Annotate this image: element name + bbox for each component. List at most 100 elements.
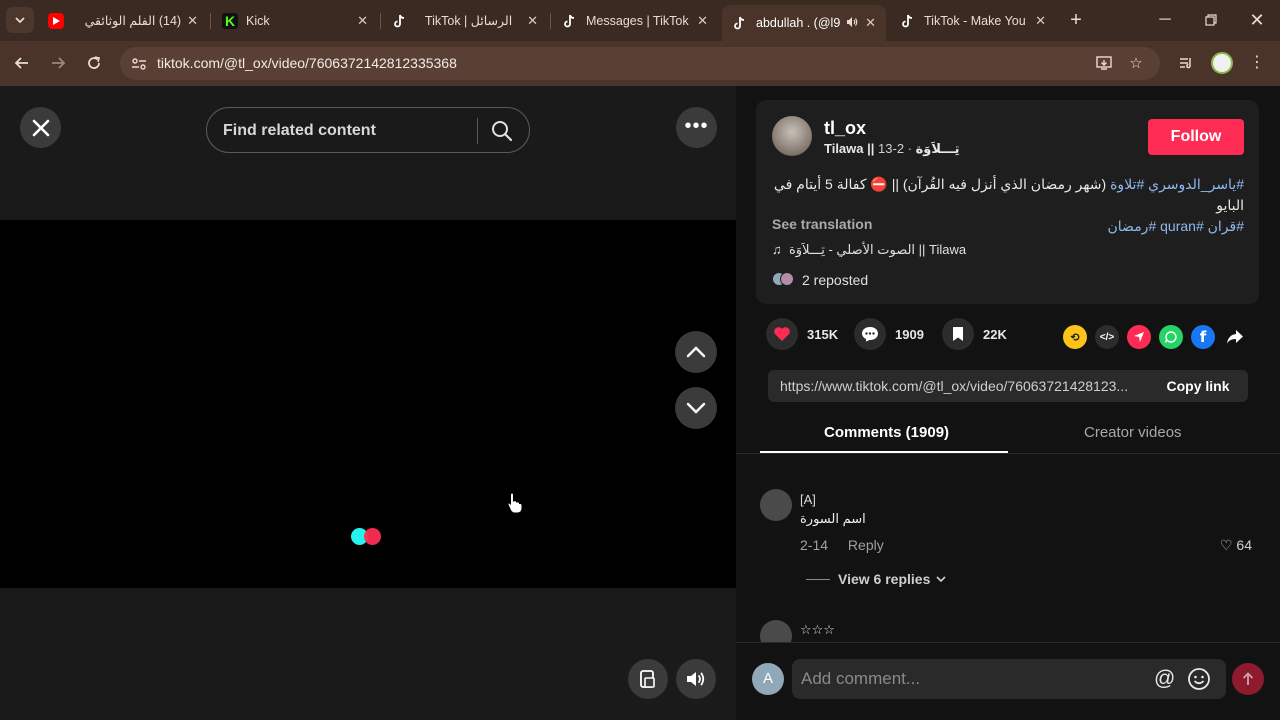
tab-tiktok-messages[interactable]: Messages | TikTok ✕ bbox=[552, 5, 718, 36]
youtube-icon bbox=[48, 12, 64, 29]
heart-icon[interactable] bbox=[766, 318, 798, 350]
chevron-down-icon bbox=[15, 17, 25, 24]
profile-avatar[interactable] bbox=[1211, 52, 1233, 74]
restore-button[interactable] bbox=[1188, 8, 1234, 34]
current-user-avatar[interactable]: A bbox=[752, 663, 784, 695]
view-replies-button[interactable]: View 6 replies bbox=[806, 571, 946, 587]
tab-kick[interactable]: K Kick ✕ bbox=[212, 5, 378, 36]
music-link[interactable]: ♫ الصوت الأصلي - تِـــلاَوَة || Tilawa bbox=[772, 242, 966, 258]
share-arrow-icon[interactable] bbox=[1223, 325, 1247, 349]
send-to-friends-icon[interactable] bbox=[1127, 325, 1151, 349]
browser-menu-icon[interactable]: ⋮ bbox=[1244, 50, 1270, 76]
next-video-button[interactable] bbox=[675, 387, 717, 429]
minimize-button[interactable]: ─ bbox=[1142, 8, 1188, 34]
tab-tiktok-make-your-day[interactable]: TikTok - Make You ✕ bbox=[890, 5, 1056, 36]
video-frame[interactable] bbox=[0, 220, 736, 588]
hashtag-link[interactable]: #ياسر_الدوسري bbox=[1148, 176, 1244, 192]
tab-active-abdullah[interactable]: abdullah . (@l9 ✕ bbox=[722, 5, 886, 41]
site-info-icon[interactable] bbox=[130, 55, 148, 73]
mouse-cursor-icon bbox=[507, 492, 523, 519]
comment-item: [A] اسم السورة 2-14 Reply ♡ 64 View 6 re… bbox=[760, 489, 1260, 599]
close-tab-icon[interactable]: ✕ bbox=[865, 15, 876, 31]
repost-info[interactable]: 2 reposted bbox=[772, 272, 868, 288]
previous-video-button[interactable] bbox=[675, 331, 717, 373]
embed-code-icon[interactable]: </> bbox=[1095, 325, 1119, 349]
commenter-name[interactable]: [A] bbox=[800, 492, 816, 507]
reload-button[interactable] bbox=[81, 50, 107, 76]
close-video-button[interactable] bbox=[20, 107, 61, 148]
close-tab-icon[interactable]: ✕ bbox=[1035, 13, 1046, 29]
chevron-down-icon bbox=[686, 402, 706, 414]
comment-like-count: 64 bbox=[1236, 537, 1252, 553]
more-options-button[interactable]: ••• bbox=[676, 107, 717, 148]
heart-outline-icon[interactable]: ♡ bbox=[1220, 537, 1233, 553]
close-tab-icon[interactable]: ✕ bbox=[187, 13, 198, 29]
music-note-icon: ♫ bbox=[772, 242, 782, 257]
video-link-text[interactable]: https://www.tiktok.com/@tl_ox/video/7606… bbox=[780, 378, 1145, 394]
commenter-name[interactable]: ☆☆☆ bbox=[800, 622, 835, 638]
hashtag-link[interactable]: #quran bbox=[1160, 218, 1204, 234]
creator-username[interactable]: tl_ox bbox=[824, 118, 866, 139]
comment-item: ☆☆☆ bbox=[760, 620, 1260, 642]
close-icon bbox=[32, 119, 49, 136]
close-tab-icon[interactable]: ✕ bbox=[357, 13, 368, 29]
loader-dot-red bbox=[364, 528, 381, 545]
comment-meta: 2-14 Reply bbox=[800, 537, 884, 553]
copy-link-button[interactable]: Copy link bbox=[1148, 370, 1248, 402]
reply-button[interactable]: Reply bbox=[848, 537, 884, 553]
mention-icon[interactable]: @ bbox=[1154, 667, 1175, 691]
loading-indicator bbox=[351, 528, 383, 546]
close-tab-icon[interactable]: ✕ bbox=[697, 13, 708, 29]
emoji-icon[interactable] bbox=[1187, 667, 1211, 691]
close-tab-icon[interactable]: ✕ bbox=[527, 13, 538, 29]
volume-button[interactable] bbox=[676, 659, 716, 699]
speaker-icon[interactable] bbox=[845, 15, 859, 32]
tiktok-icon bbox=[392, 13, 408, 29]
comment-count: 1909 bbox=[895, 326, 924, 342]
volume-icon bbox=[687, 672, 705, 686]
follow-button[interactable]: Follow bbox=[1148, 119, 1244, 155]
see-translation-link[interactable]: See translation bbox=[772, 216, 872, 232]
bookmark-star-icon[interactable]: ☆ bbox=[1126, 54, 1146, 74]
tab-tiktok-messages-ar[interactable]: TikTok | الرسائل ✕ bbox=[382, 5, 548, 36]
search-icon[interactable] bbox=[490, 119, 514, 143]
hashtag-link[interactable]: #تلاوة bbox=[1110, 176, 1144, 192]
hashtag-link[interactable]: #رمضان bbox=[1108, 218, 1157, 234]
like-action[interactable]: 315K bbox=[766, 318, 838, 350]
post-date: 2-13 bbox=[878, 141, 905, 156]
comment-icon[interactable] bbox=[854, 318, 886, 350]
forward-button[interactable] bbox=[45, 50, 71, 76]
install-app-icon[interactable] bbox=[1094, 54, 1114, 74]
media-controls-icon[interactable] bbox=[1173, 50, 1199, 76]
browser-toolbar: tiktok.com/@tl_ox/video/7606372142812335… bbox=[0, 41, 1280, 86]
repost-count: 2 reposted bbox=[802, 272, 869, 288]
send-comment-button[interactable] bbox=[1232, 663, 1264, 695]
chevron-up-icon bbox=[686, 346, 706, 358]
tab-search-button[interactable] bbox=[6, 7, 34, 33]
commenter-avatar[interactable] bbox=[760, 489, 792, 521]
commenter-avatar[interactable] bbox=[760, 620, 792, 642]
back-button[interactable] bbox=[9, 50, 35, 76]
hashtag-link[interactable]: #قران bbox=[1208, 218, 1244, 234]
new-tab-button[interactable]: + bbox=[1064, 9, 1088, 33]
facebook-icon[interactable]: f bbox=[1191, 325, 1215, 349]
tab-youtube[interactable]: (14) الفلم الوثائقي ✕ bbox=[38, 5, 208, 36]
save-action[interactable]: 22K bbox=[942, 318, 1007, 350]
tab-comments[interactable]: Comments (1909) bbox=[824, 424, 949, 441]
replies-line bbox=[806, 578, 830, 580]
whatsapp-icon[interactable] bbox=[1159, 325, 1183, 349]
comment-action[interactable]: 1909 bbox=[854, 318, 924, 350]
bookmark-icon[interactable] bbox=[942, 318, 974, 350]
comment-input[interactable]: Add comment... @ bbox=[792, 659, 1226, 699]
kick-icon: K bbox=[222, 12, 238, 29]
creator-subline: Tilawa || تِـــلاَوَة · 2-13 bbox=[824, 141, 959, 157]
find-related-search[interactable]: Find related content bbox=[206, 107, 530, 153]
comment-like[interactable]: ♡ 64 bbox=[1220, 537, 1252, 554]
floating-player-button[interactable] bbox=[628, 659, 668, 699]
repost-share-icon[interactable]: ⟲ bbox=[1063, 325, 1087, 349]
tab-separator bbox=[550, 13, 551, 29]
address-bar[interactable]: tiktok.com/@tl_ox/video/7606372142812335… bbox=[120, 47, 1160, 80]
tab-creator-videos[interactable]: Creator videos bbox=[1084, 424, 1182, 441]
creator-avatar[interactable] bbox=[772, 116, 812, 156]
close-window-button[interactable]: ✕ bbox=[1234, 8, 1280, 34]
